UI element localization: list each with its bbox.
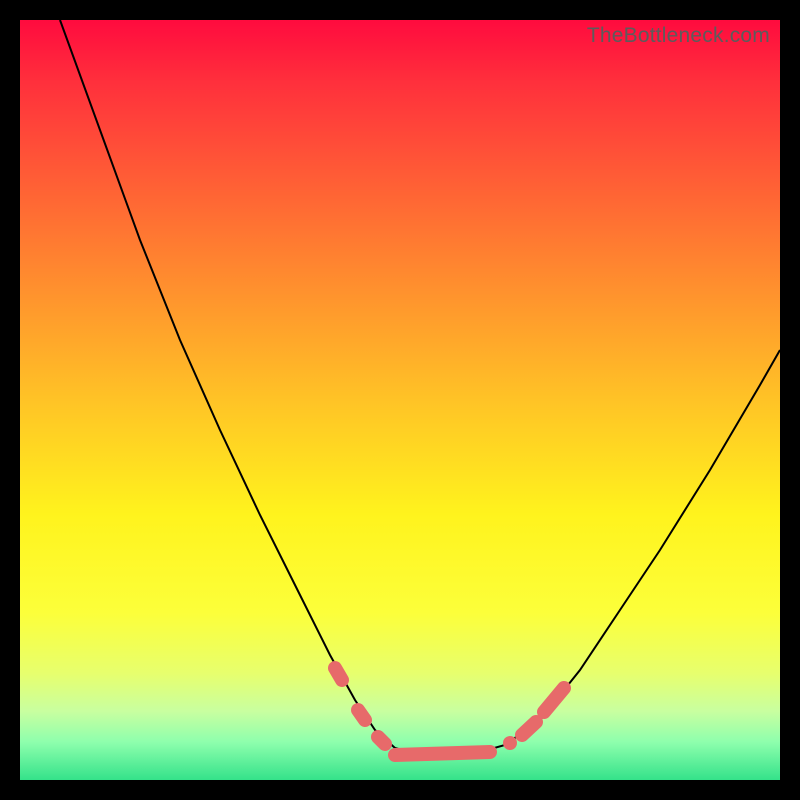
highlight-segment xyxy=(378,737,385,744)
highlight-point xyxy=(503,736,517,750)
highlight-group xyxy=(335,668,564,755)
curve-svg xyxy=(20,20,780,780)
highlight-segment xyxy=(522,722,536,735)
highlight-segment xyxy=(358,710,365,720)
highlight-segment xyxy=(544,688,564,712)
bottleneck-curve xyxy=(60,20,780,755)
plot-area: TheBottleneck.com xyxy=(20,20,780,780)
chart-frame: TheBottleneck.com xyxy=(0,0,800,800)
highlight-segment xyxy=(395,752,490,755)
highlight-segment xyxy=(335,668,342,680)
